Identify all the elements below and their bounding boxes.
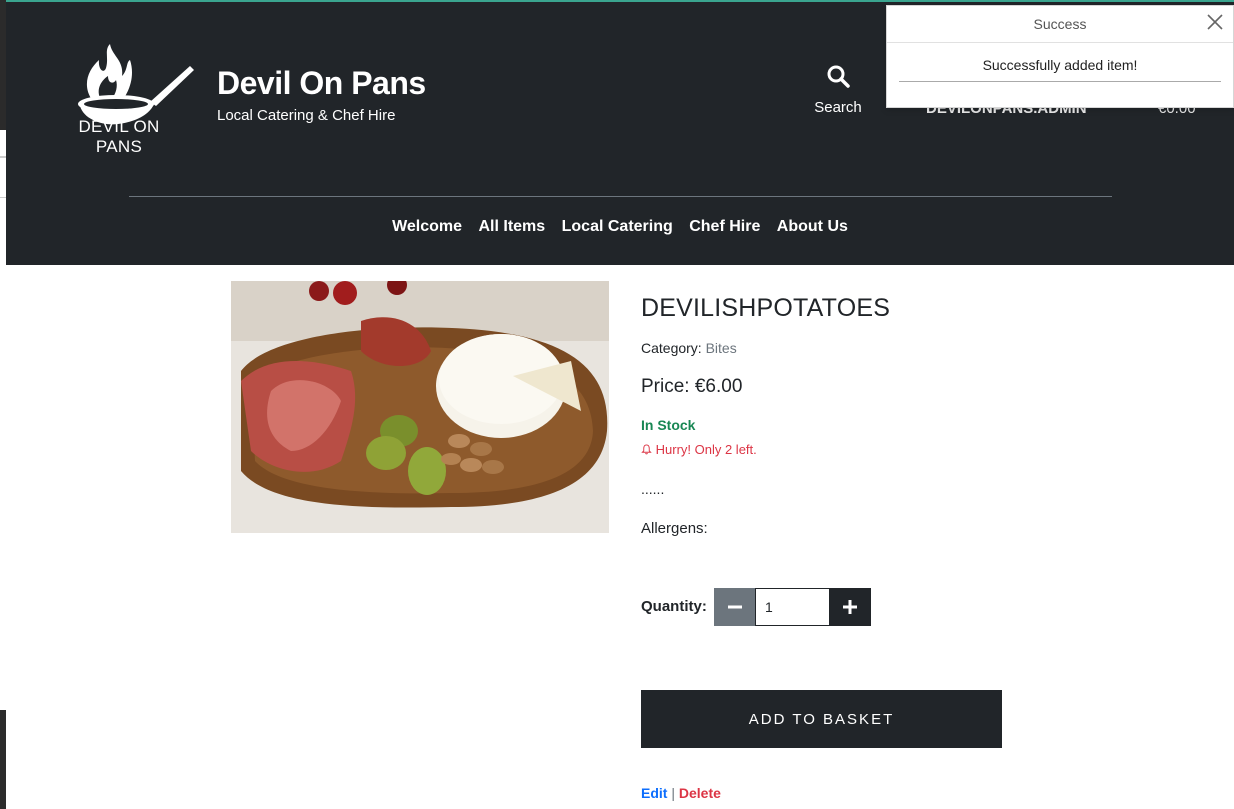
bell-icon [641, 444, 652, 455]
product-description: ...... [641, 481, 665, 497]
toast-title: Success [1033, 16, 1087, 32]
low-stock-text: Hurry! Only 2 left. [655, 442, 757, 457]
product-image [231, 281, 609, 533]
low-stock-warning: Hurry! Only 2 left. [641, 442, 757, 457]
toast-divider [899, 81, 1221, 82]
product-price: Price: €6.00 [641, 376, 743, 397]
plus-icon [843, 600, 857, 614]
link-separator: | [671, 785, 675, 801]
logo-text: DEVIL ON PANS [78, 117, 160, 156]
brand-subtitle: Local Catering & Chef Hire [217, 107, 396, 124]
delete-link[interactable]: Delete [679, 785, 721, 801]
stock-status: In Stock [641, 417, 696, 433]
toast-header: Success [887, 6, 1233, 43]
category-label: Category: [641, 340, 706, 356]
main-nav: Welcome All Items Local Catering Chef Hi… [6, 218, 1234, 236]
nav-item-all-items[interactable]: All Items [478, 218, 545, 235]
toast-message: Successfully added item! [982, 57, 1138, 73]
nav-item-chef-hire[interactable]: Chef Hire [689, 218, 760, 235]
admin-links: Edit | Delete [641, 785, 721, 801]
nav-item-about-us[interactable]: About Us [777, 218, 848, 235]
close-icon[interactable] [1205, 12, 1225, 32]
success-toast: Success Successfully added item! [886, 5, 1234, 108]
product-allergens: Allergens: [641, 520, 708, 537]
quantity-decrement-button[interactable] [714, 588, 755, 626]
category-link[interactable]: Bites [706, 340, 737, 356]
search-button[interactable]: Search [806, 64, 870, 116]
edit-link[interactable]: Edit [641, 785, 667, 801]
nav-item-local-catering[interactable]: Local Catering [562, 218, 673, 235]
brand-title[interactable]: Devil On Pans [217, 65, 426, 102]
search-icon [827, 65, 850, 88]
add-to-basket-button[interactable]: ADD TO BASKET [641, 690, 1002, 748]
quantity-label: Quantity: [641, 598, 707, 615]
minus-icon [727, 605, 742, 609]
header-divider [129, 196, 1112, 197]
quantity-increment-button[interactable] [829, 588, 871, 626]
nav-item-welcome[interactable]: Welcome [392, 218, 462, 235]
product-title: DEVILISHPOTATOES [641, 294, 891, 322]
quantity-input[interactable] [755, 588, 830, 626]
search-label: Search [814, 99, 862, 116]
product-category: Category: Bites [641, 340, 737, 356]
